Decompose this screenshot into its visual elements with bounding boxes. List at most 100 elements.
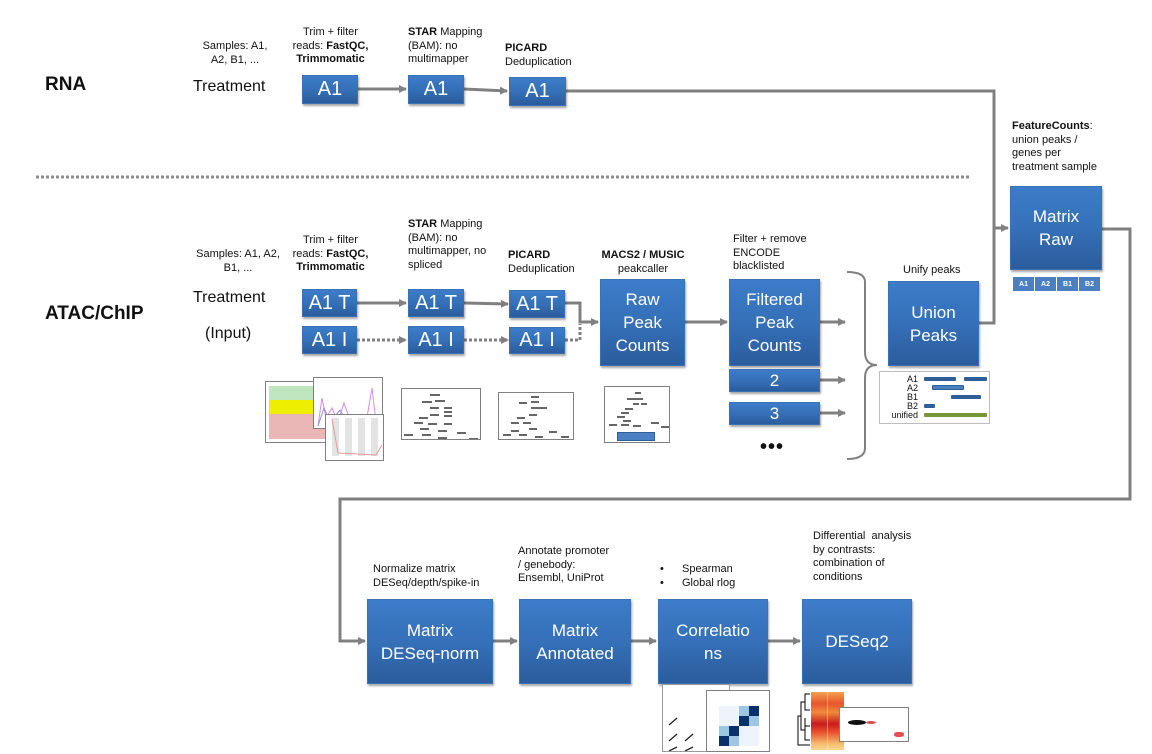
rna-picard-box[interactable]: A1 bbox=[509, 77, 566, 106]
merge-brace bbox=[846, 271, 878, 460]
dedup-plot-line bbox=[331, 418, 383, 456]
atac-picard-treatment-box[interactable]: A1 T bbox=[509, 290, 565, 318]
atac-picard-note: PICARD Deduplication bbox=[508, 249, 598, 276]
correlation-heatmap-thumbnail bbox=[706, 690, 770, 752]
deseq2-box[interactable]: DESeq2 bbox=[802, 599, 912, 684]
box-line: DESeq2 bbox=[825, 632, 889, 651]
called-peak-bar bbox=[617, 432, 655, 441]
note-line: Trimmomatic bbox=[296, 53, 365, 65]
note-line: MACS2 / MUSIC bbox=[601, 249, 685, 261]
ma-cloud-red bbox=[866, 721, 876, 724]
note-line: conditions bbox=[813, 570, 863, 583]
raw-peak-counts-box[interactable]: Raw Peak Counts bbox=[600, 279, 685, 366]
note-line: Deduplication bbox=[508, 262, 575, 275]
rna-samples-note: Samples: A1, A2, B1, ... bbox=[190, 40, 280, 67]
ma-plot-thumbnail bbox=[839, 707, 909, 742]
atac-star-input-box[interactable]: A1 I bbox=[408, 326, 464, 354]
note-line: Ensembl, UniProt bbox=[518, 572, 604, 584]
note-line: STAR Mapping bbox=[408, 218, 483, 230]
matrix-annotated-box[interactable]: Matrix Annotated bbox=[519, 599, 631, 684]
atac-input-label: (Input) bbox=[205, 325, 252, 342]
sample-tag: A2 bbox=[1035, 277, 1056, 291]
filtered-peak-counts-box[interactable]: Filtered Peak Counts bbox=[729, 279, 820, 366]
normalize-note: Normalize matrix DESeq/depth/spike-in bbox=[373, 563, 503, 590]
rna-trim-box[interactable]: A1 bbox=[302, 75, 358, 104]
atac-row-label: ATAC/ChIP bbox=[45, 303, 144, 324]
sample-tag: B1 bbox=[1057, 277, 1078, 291]
rna-star-note: STAR Mapping (BAM): no multimapper bbox=[408, 26, 498, 67]
note-line: peakcaller bbox=[617, 262, 669, 275]
note-line: multimapper bbox=[408, 53, 469, 65]
atac-star-treatment-box[interactable]: A1 T bbox=[408, 289, 464, 317]
note-line: Differential analysis bbox=[813, 530, 912, 542]
note-line: by contrasts: bbox=[813, 543, 876, 556]
rna-to-matrix-raw-arrow bbox=[566, 89, 1009, 232]
sample-tag: A1 bbox=[1013, 277, 1034, 291]
atac-trim-treatment-box[interactable]: A1 T bbox=[302, 289, 357, 317]
rna-treatment-label: Treatment bbox=[193, 78, 266, 95]
bullet: • bbox=[660, 563, 664, 575]
note-line: (BAM): no bbox=[408, 231, 458, 244]
note-line: DESeq/depth/spike-in bbox=[373, 576, 480, 589]
featurecounts-note: FeatureCounts: union peaks / genes per t… bbox=[1012, 120, 1132, 174]
mapped-reads-thumbnail bbox=[401, 388, 481, 440]
peak-bar-unified bbox=[924, 413, 987, 417]
box-line: Filtered bbox=[746, 290, 803, 309]
rna-trim-note: Trim + filter reads: FastQC, Trimmomatic bbox=[283, 26, 378, 67]
peak-bar-b2 bbox=[924, 404, 935, 408]
box-line: Union bbox=[911, 302, 956, 322]
note-line: Deduplication bbox=[505, 55, 572, 68]
more-samples-ellipsis: ••• bbox=[760, 436, 785, 458]
note-line: reads: FastQC, bbox=[292, 247, 369, 260]
note-line: union peaks / bbox=[1012, 133, 1078, 146]
note-line: STAR Mapping bbox=[408, 26, 483, 38]
box-line: Matrix bbox=[406, 620, 454, 640]
note-line: Trim + filter bbox=[303, 234, 358, 246]
sample-tag: B2 bbox=[1079, 277, 1100, 291]
box-line: Matrix bbox=[551, 620, 599, 640]
read-segments bbox=[404, 394, 478, 439]
filtered-peak-box-2[interactable]: 2 bbox=[729, 369, 820, 392]
atac-picard-input-box[interactable]: A1 I bbox=[509, 327, 565, 354]
rna-star-box[interactable]: A1 bbox=[408, 75, 464, 104]
rna-arrow-2 bbox=[463, 86, 508, 95]
note-line: multimapper, no bbox=[408, 245, 487, 257]
box-line: Raw bbox=[1038, 230, 1073, 249]
box-line: Correlatio bbox=[676, 620, 750, 640]
rna-samples-line: Samples: A1, bbox=[202, 40, 268, 52]
box-line: Counts bbox=[747, 336, 802, 355]
box-line: Annotated bbox=[536, 643, 614, 663]
union-peaks-box[interactable]: Union Peaks bbox=[888, 281, 979, 366]
note-line: Samples: A1, A2, bbox=[196, 248, 280, 260]
annotate-note: Annotate promoter / genebody: Ensembl, U… bbox=[518, 545, 648, 586]
atac-trim-input-box[interactable]: A1 I bbox=[302, 326, 357, 354]
bullet: • bbox=[660, 576, 664, 589]
atac-t-arrow-2 bbox=[463, 299, 509, 308]
volcano-cloud bbox=[894, 732, 904, 737]
box-line: Matrix bbox=[1032, 207, 1080, 226]
note-line: Annotate promoter bbox=[518, 545, 610, 557]
correlations-box[interactable]: Correlatio ns bbox=[658, 599, 768, 684]
peak-call-thumbnail bbox=[604, 386, 670, 443]
peak-bar-a1 bbox=[964, 377, 987, 381]
box-line: Peaks bbox=[909, 325, 958, 345]
dedup-plot-thumbnail bbox=[325, 414, 384, 461]
note-line: spliced bbox=[408, 258, 443, 271]
rna-samples-line: A2, B1, ... bbox=[210, 53, 260, 66]
note-line: genes per bbox=[1012, 147, 1061, 159]
differential-note: Differential analysis by contrasts: comb… bbox=[813, 530, 943, 584]
matrix-raw-box[interactable]: Matrix Raw bbox=[1010, 186, 1102, 270]
rna-row-label: RNA bbox=[45, 74, 87, 95]
note-line: PICARD bbox=[505, 42, 548, 54]
filtered-peak-box-3[interactable]: 3 bbox=[729, 402, 820, 425]
filter-note: Filter + remove ENCODE blacklisted bbox=[733, 233, 833, 274]
box-line: Counts bbox=[615, 336, 670, 355]
note-line: reads: FastQC, bbox=[292, 39, 369, 52]
correlation-note: • Spearman • Global rlog bbox=[660, 563, 780, 590]
note-line: • Global rlog bbox=[660, 576, 736, 589]
note-line: Filter + remove bbox=[733, 233, 807, 245]
rna-picard-note: PICARD Deduplication bbox=[505, 42, 595, 69]
matrix-deseq-norm-box[interactable]: Matrix DESeq-norm bbox=[367, 599, 493, 684]
legend-label: unified bbox=[891, 410, 918, 420]
note-line: • Spearman bbox=[660, 563, 733, 575]
